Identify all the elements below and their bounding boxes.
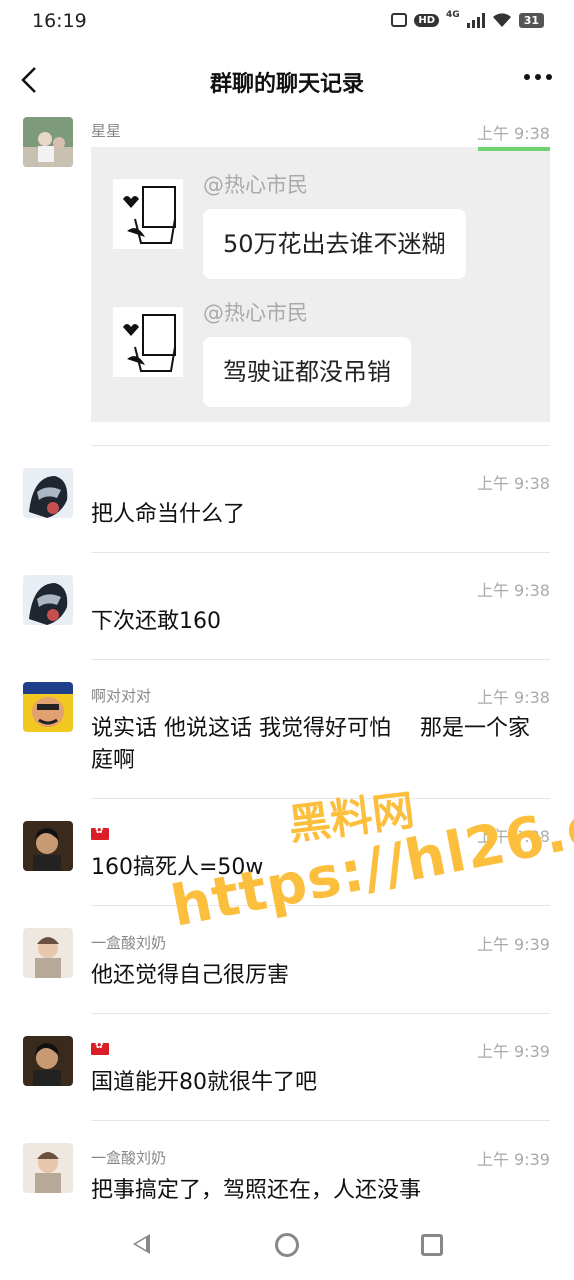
sticker-avatar	[113, 179, 183, 249]
divider	[91, 1013, 550, 1014]
sender-name	[91, 825, 109, 843]
status-bar: 16:19 HD 4G 31	[0, 0, 574, 44]
page-title: 群聊的聊天记录	[209, 72, 364, 97]
message-time: 上午 9:38	[476, 581, 550, 600]
system-nav-bar	[0, 1210, 574, 1280]
avatar[interactable]	[23, 1143, 73, 1193]
message-time: 上午 9:38	[476, 688, 550, 707]
sender-name: 星星	[91, 122, 122, 140]
message-text: 说实话 他说这话 我觉得好可怕 那是一个家庭啊	[91, 716, 530, 773]
hk-flag-icon	[91, 1040, 109, 1055]
status-icons: HD 4G 31	[391, 10, 544, 28]
avatar[interactable]	[23, 468, 73, 518]
nav-recents-icon[interactable]	[421, 1234, 443, 1256]
avatar[interactable]	[23, 575, 73, 625]
sticker-avatar	[113, 307, 183, 377]
embed-top-strip	[478, 147, 550, 151]
title-bar: 群聊的聊天记录	[0, 48, 574, 112]
divider	[91, 659, 550, 660]
message-text: 下次还敢160	[91, 609, 221, 634]
avatar[interactable]	[23, 928, 73, 978]
embed-sender-name: @热心市民	[203, 173, 308, 197]
network-type: 4G	[446, 10, 460, 20]
wifi-icon	[492, 13, 511, 27]
nav-back-icon[interactable]	[133, 1234, 150, 1254]
divider	[91, 552, 550, 553]
sender-name: 啊对对对	[91, 687, 152, 705]
avatar[interactable]	[23, 682, 73, 732]
status-time: 16:19	[32, 10, 87, 32]
hk-flag-icon	[91, 825, 109, 840]
message-text: 他还觉得自己很厉害	[91, 963, 290, 988]
more-options-icon[interactable]	[524, 74, 552, 80]
sender-name: 一盒酸刘奶	[91, 934, 167, 952]
message-text: 把事搞定了，驾照还在，人还没事	[91, 1178, 422, 1203]
message-time: 上午 9:38	[476, 124, 550, 143]
message-time: 上午 9:39	[476, 1042, 550, 1061]
embed-sender-name: @热心市民	[203, 301, 308, 325]
message-time: 上午 9:38	[476, 474, 550, 493]
divider	[91, 1120, 550, 1121]
sender-name	[91, 1040, 109, 1058]
message-time: 上午 9:39	[476, 935, 550, 954]
message-text: 国道能开80就很牛了吧	[91, 1070, 317, 1095]
battery-icon: 31	[518, 12, 544, 28]
message-text: 把人命当什么了	[91, 502, 246, 527]
embed-bubble: 50万花出去谁不迷糊	[203, 209, 466, 279]
hd-badge: HD	[414, 13, 440, 27]
sender-name: 一盒酸刘奶	[91, 1149, 167, 1167]
embedded-screenshot[interactable]: @热心市民 50万花出去谁不迷糊 @热心市民 驾驶证都没吊销	[91, 147, 550, 422]
avatar[interactable]	[23, 117, 73, 167]
signal-icon	[466, 12, 485, 28]
divider	[91, 445, 550, 446]
nav-home-icon[interactable]	[275, 1233, 299, 1257]
embed-bubble: 驾驶证都没吊销	[203, 337, 411, 407]
avatar[interactable]	[23, 821, 73, 871]
vibrate-icon	[391, 13, 408, 27]
message-time: 上午 9:39	[476, 1150, 550, 1169]
avatar[interactable]	[23, 1036, 73, 1086]
